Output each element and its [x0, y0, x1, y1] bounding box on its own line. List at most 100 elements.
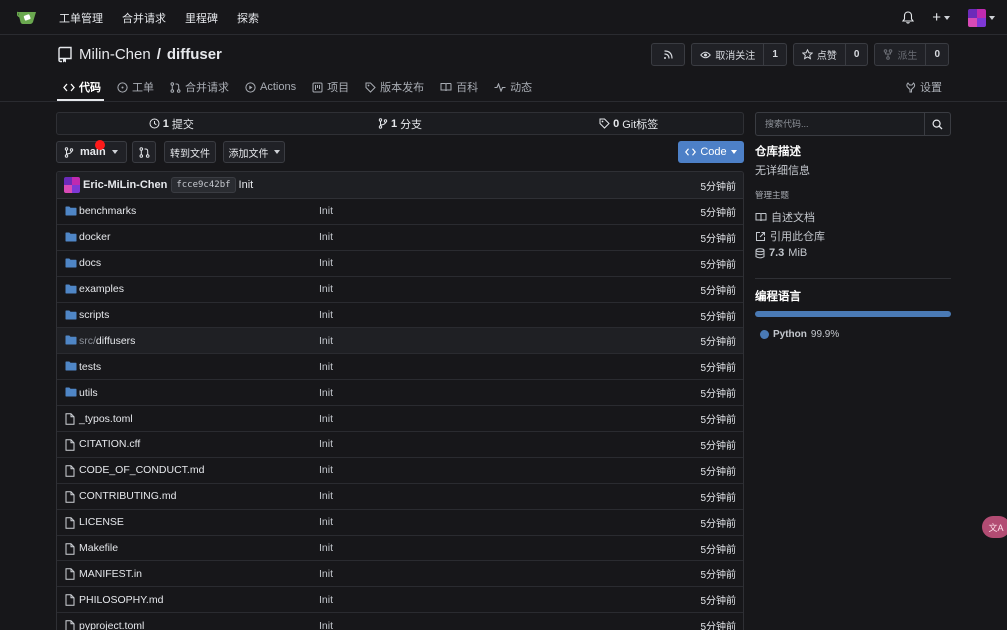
nav-pulls[interactable]: 合并请求: [122, 10, 166, 26]
tab-pulls[interactable]: 合并请求: [170, 77, 229, 97]
file-commit-message[interactable]: Init: [319, 283, 333, 295]
file-commit-message[interactable]: Init: [319, 516, 333, 528]
file-commit-message[interactable]: Init: [319, 594, 333, 606]
go-to-file-button[interactable]: 转到文件: [164, 141, 216, 163]
gitea-logo-icon[interactable]: [17, 9, 37, 25]
file-name-link[interactable]: pyproject.toml: [79, 620, 144, 630]
search-button[interactable]: [924, 113, 950, 135]
watch-count[interactable]: 1: [763, 44, 786, 65]
file-commit-message[interactable]: Init: [319, 464, 333, 476]
file-commit-time: 5分钟前: [700, 389, 736, 401]
nav-issues[interactable]: 工单管理: [59, 10, 103, 26]
table-row[interactable]: Makefile Init 5分钟前: [57, 536, 743, 562]
tab-actions[interactable]: Actions: [245, 77, 296, 97]
readme-link[interactable]: 自述文档: [755, 209, 815, 225]
branches-stat[interactable]: 1 分支: [286, 113, 515, 134]
table-row[interactable]: utils Init 5分钟前: [57, 380, 743, 407]
repo-name-link[interactable]: diffuser: [167, 46, 222, 63]
file-name: utils: [79, 386, 98, 399]
file-name-link[interactable]: benchmarks: [79, 205, 136, 217]
table-row[interactable]: examples Init 5分钟前: [57, 277, 743, 303]
tab-settings[interactable]: 设置: [905, 77, 942, 97]
table-row[interactable]: docker Init 5分钟前: [57, 225, 743, 251]
file-name-link[interactable]: MANIFEST.in: [79, 568, 142, 580]
table-row[interactable]: MANIFEST.in Init 5分钟前: [57, 561, 743, 588]
file-commit-message[interactable]: Init: [319, 438, 333, 450]
compare-button[interactable]: [132, 141, 156, 163]
table-row[interactable]: CITATION.cff Init 5分钟前: [57, 432, 743, 458]
tab-code[interactable]: 代码: [63, 77, 101, 97]
branch-selector[interactable]: main: [56, 141, 127, 163]
file-commit-message[interactable]: Init: [319, 620, 333, 630]
language-item-python[interactable]: Python 99.9%: [760, 329, 839, 340]
file-name-link[interactable]: examples: [79, 283, 124, 295]
table-row[interactable]: scripts Init 5分钟前: [57, 303, 743, 329]
table-row[interactable]: benchmarks Init 5分钟前: [57, 199, 743, 225]
file-name-link[interactable]: tests: [79, 361, 101, 373]
file-commit-message[interactable]: Init: [319, 205, 333, 217]
table-row[interactable]: tests Init 5分钟前: [57, 354, 743, 381]
commit-message[interactable]: Init: [239, 179, 254, 191]
table-row[interactable]: pyproject.toml Init 5分钟前: [57, 613, 743, 630]
user-menu[interactable]: [968, 8, 995, 27]
table-row[interactable]: PHILOSOPHY.md Init 5分钟前: [57, 587, 743, 614]
file-commit-message[interactable]: Init: [319, 361, 333, 373]
table-row[interactable]: src/diffusers Init 5分钟前: [57, 328, 743, 355]
file-commit-message[interactable]: Init: [319, 490, 333, 502]
file-name-link[interactable]: CONTRIBUTING.md: [79, 490, 176, 502]
file-commit-message[interactable]: Init: [319, 542, 333, 554]
commit-sha[interactable]: fcce9c42bf: [171, 177, 236, 193]
commit-author[interactable]: Eric-MiLin-Chen: [83, 179, 167, 191]
code-clone-button[interactable]: Code: [678, 141, 744, 163]
fork-count[interactable]: 0: [925, 44, 948, 65]
file-name-link[interactable]: CITATION.cff: [79, 438, 140, 450]
file-name-link[interactable]: scripts: [79, 309, 109, 321]
unwatch-button[interactable]: 取消关注 1: [691, 43, 787, 66]
tags-stat[interactable]: 0 Git标签: [514, 113, 743, 134]
translate-icon[interactable]: 文A: [982, 516, 1007, 538]
file-commit-message[interactable]: Init: [319, 335, 333, 347]
nav-milestones[interactable]: 里程碑: [185, 10, 218, 26]
table-row[interactable]: LICENSE Init 5分钟前: [57, 510, 743, 536]
file-commit-message[interactable]: Init: [319, 413, 333, 425]
create-menu[interactable]: +: [932, 9, 950, 26]
fork-button[interactable]: 派生 0: [874, 43, 949, 66]
file-name-link[interactable]: CODE_OF_CONDUCT.md: [79, 464, 204, 476]
table-row[interactable]: _typos.toml Init 5分钟前: [57, 406, 743, 433]
tab-wiki[interactable]: 百科: [440, 77, 478, 97]
repo-owner-link[interactable]: Milin-Chen: [79, 46, 151, 63]
bell-icon[interactable]: [902, 11, 915, 24]
file-name-link[interactable]: _typos.toml: [79, 413, 133, 425]
table-row[interactable]: CONTRIBUTING.md Init 5分钟前: [57, 484, 743, 510]
tab-issues[interactable]: 工单: [117, 77, 154, 97]
file-commit-message[interactable]: Init: [319, 257, 333, 269]
avatar[interactable]: [64, 177, 80, 193]
file-name-link[interactable]: docs: [79, 257, 101, 269]
table-row[interactable]: CODE_OF_CONDUCT.md Init 5分钟前: [57, 458, 743, 484]
file-commit-message[interactable]: Init: [319, 387, 333, 399]
file-commit-message[interactable]: Init: [319, 568, 333, 580]
rss-button[interactable]: [651, 43, 686, 66]
manage-topics-link[interactable]: 管理主题: [755, 189, 789, 201]
tab-releases[interactable]: 版本发布: [365, 77, 424, 97]
star-button[interactable]: 点赞 0: [792, 43, 869, 66]
star-count[interactable]: 0: [844, 44, 868, 65]
add-file-button[interactable]: 添加文件: [223, 141, 285, 163]
file-name-link[interactable]: utils: [79, 387, 98, 399]
commits-stat[interactable]: 1 提交: [57, 113, 286, 134]
file-name-link[interactable]: src/diffusers: [79, 335, 135, 347]
file-name-link[interactable]: PHILOSOPHY.md: [79, 594, 163, 606]
description-title: 仓库描述: [755, 146, 801, 158]
file-name-link[interactable]: LICENSE: [79, 516, 124, 528]
file-commit-message[interactable]: Init: [319, 309, 333, 321]
file-commit-message[interactable]: Init: [319, 231, 333, 243]
cite-link[interactable]: 引用此仓库: [755, 228, 825, 244]
file-name-link[interactable]: docker: [79, 231, 111, 243]
nav-explore[interactable]: 探索: [237, 10, 259, 26]
search-input[interactable]: [756, 113, 926, 135]
file-commit-time: 5分钟前: [700, 207, 736, 219]
tab-projects[interactable]: 项目: [312, 77, 349, 97]
file-name-link[interactable]: Makefile: [79, 542, 118, 554]
tab-activity[interactable]: 动态: [494, 77, 532, 97]
table-row[interactable]: docs Init 5分钟前: [57, 251, 743, 277]
